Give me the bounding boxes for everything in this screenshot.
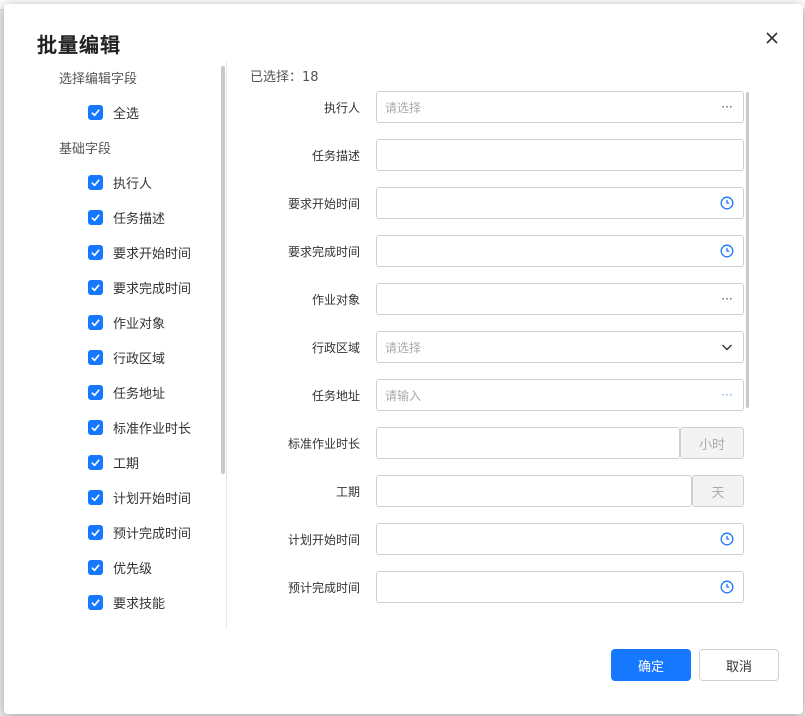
selected-count: 已选择：18 — [250, 70, 319, 85]
field-checkbox-label: 作业对象 — [113, 316, 166, 332]
required-start-time-picker[interactable] — [376, 187, 744, 219]
form-label: 计划开始时间 — [287, 533, 360, 547]
cancel-button[interactable]: 取消 — [699, 649, 779, 681]
field-checkbox-label: 执行人 — [113, 176, 153, 192]
checkbox-checked-icon — [88, 314, 103, 330]
select-all-label: 全选 — [113, 106, 140, 122]
field-checkbox-label: 要求开始时间 — [113, 246, 192, 262]
field-placeholder: 请选择 — [385, 340, 422, 355]
batch-edit-dialog: 批量编辑 选择编辑字段 全选 基础字段 执行人 任务描述 要求开始时间 要求完成… — [4, 4, 803, 714]
field-checkbox-label: 标准作业时长 — [113, 421, 192, 437]
estimated-finish-time-picker[interactable] — [376, 571, 744, 603]
right-scrollbar[interactable] — [746, 92, 749, 408]
clock-icon[interactable] — [719, 195, 735, 211]
field-checkbox-label: 计划开始时间 — [113, 491, 192, 507]
form-label: 执行人 — [323, 101, 360, 115]
checkbox-checked-icon — [88, 454, 103, 470]
assignee-select[interactable]: 请选择 ··· — [376, 91, 744, 123]
standard-duration-input[interactable] — [376, 427, 680, 459]
checkbox-checked-icon — [88, 384, 103, 400]
checkbox-checked-icon — [88, 174, 103, 190]
form-label: 要求完成时间 — [287, 245, 360, 259]
field-checkbox-label: 行政区域 — [113, 351, 166, 367]
field-checkbox[interactable]: 标准作业时长 — [88, 417, 191, 437]
field-checkbox[interactable]: 要求开始时间 — [88, 242, 191, 262]
field-checkbox-label: 任务地址 — [113, 386, 166, 402]
field-checkbox-label: 优先级 — [113, 561, 153, 577]
checkbox-checked-icon — [88, 244, 103, 260]
hours-addon: 小时 — [680, 427, 744, 459]
days-addon: 天 — [692, 475, 744, 507]
field-selector-panel: 选择编辑字段 全选 基础字段 执行人 任务描述 要求开始时间 要求完成时间 作业… — [4, 62, 226, 628]
clock-icon[interactable] — [719, 579, 735, 595]
more-icon[interactable]: ··· — [719, 387, 735, 403]
clock-icon[interactable] — [719, 243, 735, 259]
checkbox-checked-icon — [88, 559, 103, 575]
form-label: 工期 — [335, 485, 360, 499]
more-icon[interactable]: ··· — [719, 291, 735, 307]
form-label: 要求开始时间 — [287, 197, 360, 211]
form-label: 行政区域 — [311, 341, 360, 355]
confirm-button[interactable]: 确定 — [611, 649, 691, 681]
field-checkbox-label: 要求技能 — [113, 596, 166, 612]
form-label: 预计完成时间 — [287, 581, 360, 595]
field-placeholder: 请输入 — [385, 388, 422, 403]
field-checkbox-label: 任务描述 — [113, 211, 166, 227]
field-checkbox[interactable]: 任务地址 — [88, 382, 165, 402]
duration-input[interactable] — [376, 475, 692, 507]
checkbox-checked-icon — [88, 209, 103, 225]
field-checkbox[interactable]: 执行人 — [88, 172, 152, 192]
work-object-select[interactable]: ··· — [376, 283, 744, 315]
left-scrollbar[interactable] — [221, 66, 225, 474]
close-icon[interactable] — [764, 30, 780, 46]
checkbox-checked-icon — [88, 104, 103, 120]
field-checkbox-label: 预计完成时间 — [113, 526, 192, 542]
field-checkbox[interactable]: 作业对象 — [88, 312, 165, 332]
task-description-input[interactable] — [376, 139, 744, 171]
form-label: 作业对象 — [311, 293, 360, 307]
task-address-input[interactable]: 请输入 ··· — [376, 379, 744, 411]
form-label: 标准作业时长 — [287, 437, 360, 451]
form-label: 任务地址 — [311, 389, 360, 403]
field-placeholder: 请选择 — [385, 100, 422, 115]
field-checkbox[interactable]: 要求完成时间 — [88, 277, 191, 297]
required-finish-time-picker[interactable] — [376, 235, 744, 267]
checkbox-checked-icon — [88, 489, 103, 505]
region-dropdown[interactable]: 请选择 — [376, 331, 744, 363]
field-checkbox[interactable]: 预计完成时间 — [88, 522, 191, 542]
field-checkbox-label: 要求完成时间 — [113, 281, 192, 297]
checkbox-checked-icon — [88, 419, 103, 435]
field-checkbox[interactable]: 行政区域 — [88, 347, 165, 367]
field-checkbox[interactable]: 要求技能 — [88, 592, 165, 612]
field-checkbox[interactable]: 任务描述 — [88, 207, 165, 227]
select-all-checkbox[interactable]: 全选 — [88, 102, 139, 122]
dialog-title: 批量编辑 — [37, 33, 121, 57]
section-select-label: 选择编辑字段 — [59, 72, 138, 87]
clock-icon[interactable] — [719, 531, 735, 547]
form-label: 任务描述 — [311, 149, 360, 163]
chevron-down-icon[interactable] — [719, 339, 735, 355]
planned-start-time-picker[interactable] — [376, 523, 744, 555]
checkbox-checked-icon — [88, 524, 103, 540]
checkbox-checked-icon — [88, 279, 103, 295]
field-checkbox[interactable]: 计划开始时间 — [88, 487, 191, 507]
column-divider — [226, 62, 227, 628]
field-checkbox[interactable]: 优先级 — [88, 557, 152, 577]
checkbox-checked-icon — [88, 349, 103, 365]
section-basic-label: 基础字段 — [59, 142, 112, 157]
more-icon[interactable]: ··· — [719, 99, 735, 115]
field-checkbox-label: 工期 — [113, 456, 140, 472]
field-checkbox[interactable]: 工期 — [88, 452, 139, 472]
checkbox-checked-icon — [88, 594, 103, 610]
